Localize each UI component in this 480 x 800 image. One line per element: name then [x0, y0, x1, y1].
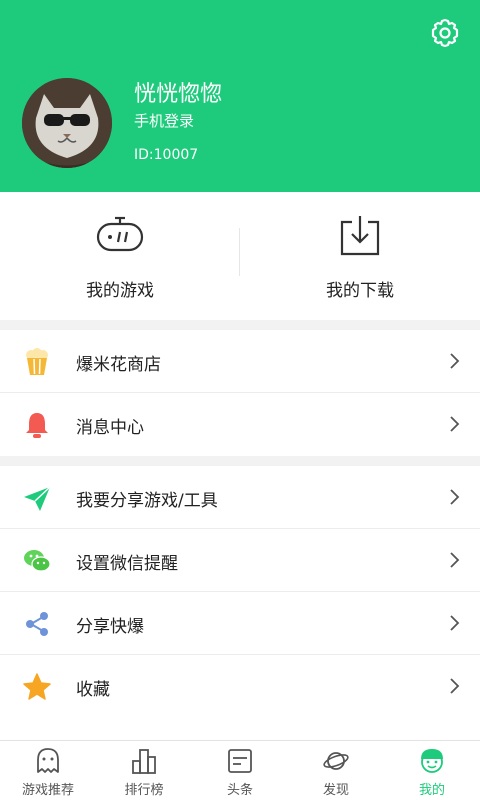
menu-item-wechat-reminder[interactable]: 设置微信提醒 [0, 529, 480, 592]
profile-face-icon [421, 749, 443, 773]
settings-icon[interactable] [428, 16, 462, 50]
menu-item-label: 消息中心 [76, 418, 144, 438]
download-icon [340, 216, 380, 256]
bell-icon [26, 413, 48, 438]
chevron-right-icon [450, 552, 460, 568]
paper-plane-icon [24, 486, 51, 511]
username: 恍恍惚惚 [134, 82, 223, 107]
my-games-label: 我的游戏 [86, 281, 154, 301]
my-downloads-button[interactable]: 我的下载 [240, 192, 480, 320]
tab-discover[interactable]: 发现 [288, 741, 384, 800]
share-icon [26, 612, 48, 636]
chevron-right-icon [450, 678, 460, 694]
menu-item-label: 设置微信提醒 [76, 554, 178, 574]
my-downloads-label: 我的下载 [326, 281, 394, 301]
popcorn-icon [26, 348, 48, 375]
game-face-icon [37, 748, 59, 773]
menu-group-store: 爆米花商店 消息中心 [0, 330, 480, 456]
chevron-right-icon [450, 615, 460, 631]
tab-mine[interactable]: 我的 [384, 741, 480, 800]
login-type: 手机登录 [134, 112, 195, 130]
menu-group-share: 我要分享游戏/工具 设置微信提醒 分享快爆 收藏 [0, 466, 480, 740]
tab-label: 我的 [418, 783, 445, 798]
tab-headlines[interactable]: 头条 [192, 741, 288, 800]
avatar[interactable] [22, 78, 112, 168]
chevron-right-icon [450, 416, 460, 432]
shortcut-panel: 我的游戏 我的下载 [0, 192, 480, 320]
user-id: ID:10007 [134, 147, 199, 163]
chevron-right-icon [450, 489, 460, 505]
tab-game-recommend[interactable]: 游戏推荐 [0, 741, 96, 800]
wechat-icon [24, 550, 51, 572]
tab-label: 头条 [226, 783, 253, 798]
menu-item-share-app[interactable]: 分享快爆 [0, 592, 480, 655]
menu-item-favorites[interactable]: 收藏 [0, 655, 480, 718]
menu-item-message-center[interactable]: 消息中心 [0, 393, 480, 456]
planet-icon [323, 752, 349, 770]
tab-label: 游戏推荐 [21, 783, 74, 798]
tab-label: 发现 [322, 783, 349, 798]
menu-item-label: 我要分享游戏/工具 [76, 491, 218, 511]
star-icon [23, 673, 51, 700]
menu-item-label: 爆米花商店 [76, 355, 161, 375]
menu-item-label: 分享快爆 [76, 617, 144, 637]
ranking-icon [132, 749, 156, 774]
bottom-tab-bar: 游戏推荐 排行榜 头条 发现 我的 [0, 740, 480, 800]
my-games-button[interactable]: 我的游戏 [0, 192, 240, 320]
chevron-right-icon [450, 353, 460, 369]
news-icon [228, 749, 252, 773]
gamepad-icon [96, 216, 144, 252]
tab-ranking[interactable]: 排行榜 [96, 741, 192, 800]
menu-item-popcorn-store[interactable]: 爆米花商店 [0, 330, 480, 393]
menu-item-share-game-tool[interactable]: 我要分享游戏/工具 [0, 466, 480, 529]
menu-item-label: 收藏 [76, 680, 110, 700]
tab-label: 排行榜 [124, 783, 164, 798]
profile-header: 恍恍惚惚 手机登录 ID:10007 [0, 0, 480, 192]
